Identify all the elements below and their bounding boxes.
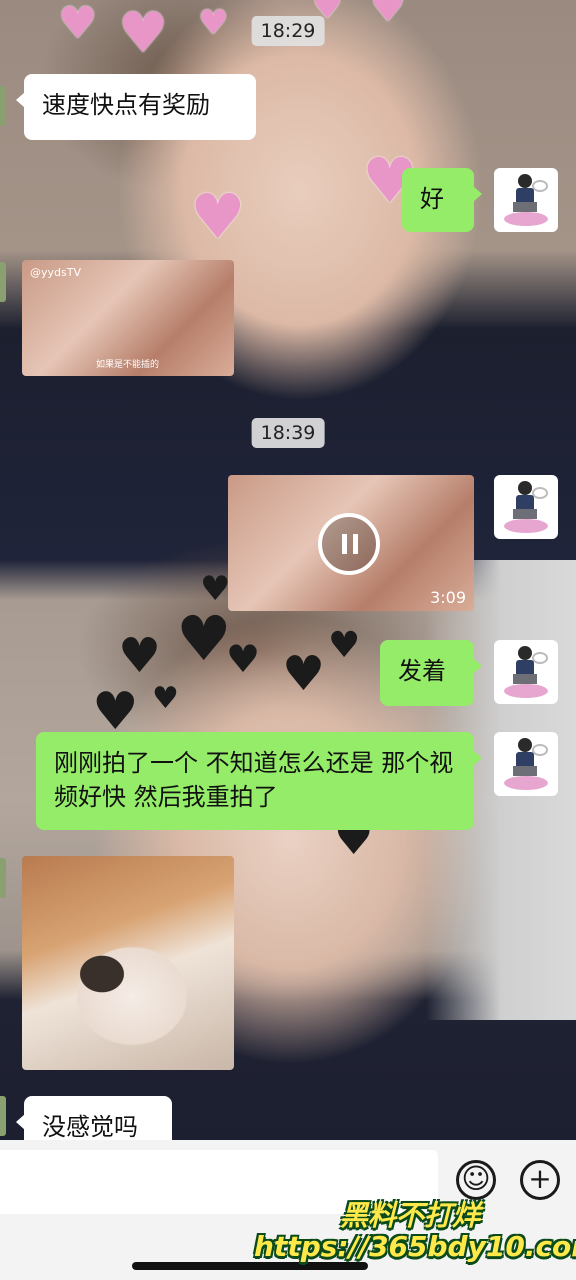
heart-sticker: ♥ <box>328 625 361 666</box>
heart-sticker: ♥ <box>118 628 162 684</box>
timestamp: 18:39 <box>251 418 325 448</box>
timestamp: 18:29 <box>251 16 325 46</box>
heart-sticker: ♥ <box>198 3 229 43</box>
contact-avatar-edge[interactable] <box>0 86 6 126</box>
heart-sticker: ♥ <box>190 180 246 253</box>
heart-sticker: ♥ <box>176 602 232 675</box>
my-avatar[interactable] <box>494 475 558 539</box>
my-avatar[interactable] <box>494 640 558 704</box>
video-duration: 3:09 <box>430 588 466 607</box>
image-caption-bottom: 如果是不能插的 <box>96 360 160 370</box>
image-caption-top: @yydsTV <box>30 266 81 279</box>
plus-icon[interactable]: + <box>520 1160 560 1200</box>
my-avatar[interactable] <box>494 168 558 232</box>
heart-sticker: ♥ <box>200 569 231 609</box>
heart-sticker: ♥ <box>226 637 261 681</box>
heart-sticker: ♥ <box>118 1 169 66</box>
message-bubble-outgoing[interactable]: 好 <box>402 168 482 232</box>
video-message[interactable]: 3:09 <box>228 475 474 611</box>
sticker-image[interactable] <box>22 856 234 1070</box>
image-message[interactable]: @yydsTV 如果是不能插的 <box>22 260 234 376</box>
pause-icon[interactable] <box>318 513 380 575</box>
watermark-text: 黑料不打烊 <box>340 1199 481 1232</box>
message-bubble-outgoing[interactable]: 发着 <box>380 640 482 706</box>
heart-sticker: ♥ <box>282 646 326 702</box>
home-indicator[interactable] <box>132 1262 368 1270</box>
heart-sticker: ♥ <box>92 682 139 742</box>
heart-sticker: ♥ <box>370 0 406 31</box>
contact-avatar-edge[interactable] <box>0 858 6 898</box>
contact-avatar-edge[interactable] <box>0 262 6 302</box>
message-bubble-incoming[interactable]: 速度快点有奖励 <box>16 74 256 140</box>
heart-sticker: ♥ <box>58 0 98 49</box>
message-bubble-outgoing[interactable]: 刚刚拍了一个 不知道怎么还是 那个视频好快 然后我重拍了 <box>36 732 482 830</box>
contact-avatar-edge[interactable] <box>0 1096 6 1136</box>
chat-wallpaper <box>0 0 576 1280</box>
my-avatar[interactable] <box>494 732 558 796</box>
watermark-url: https://365bdy10.com <box>254 1230 576 1263</box>
heart-sticker: ♥ <box>152 681 179 716</box>
